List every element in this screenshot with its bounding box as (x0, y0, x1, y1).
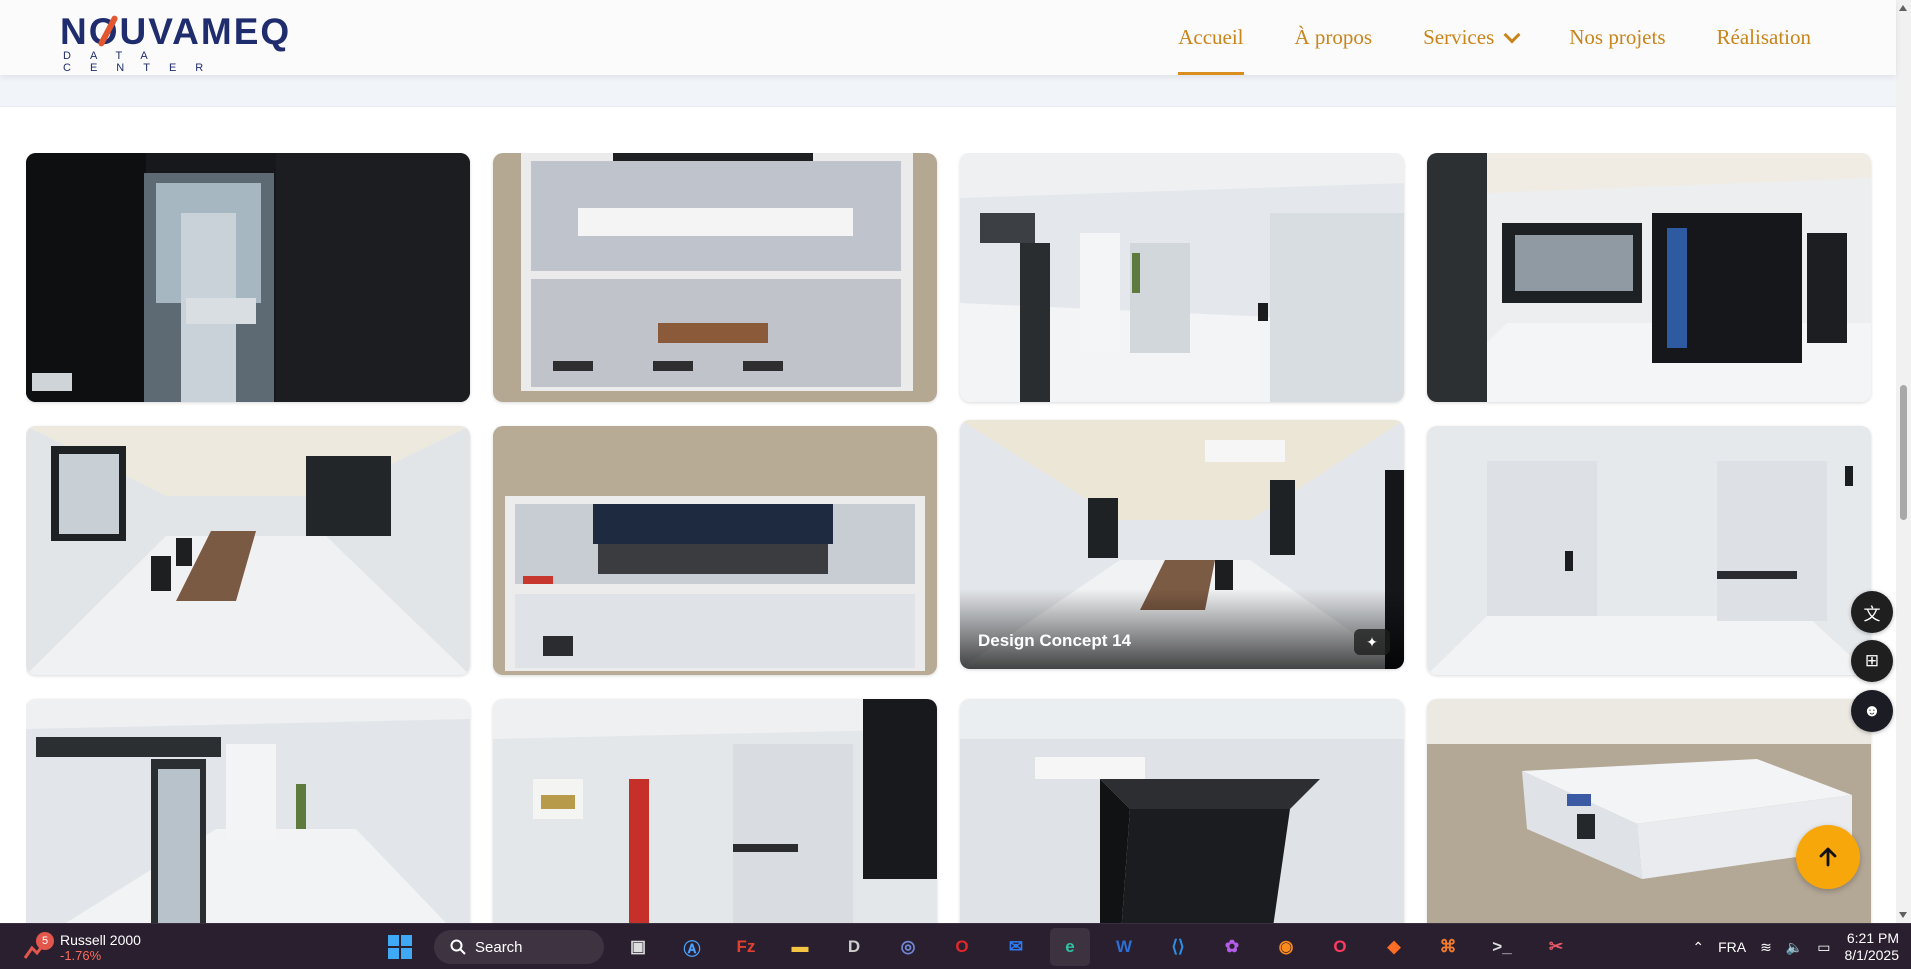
windows-start-icon[interactable] (380, 928, 420, 966)
edge-icon[interactable]: e (1050, 928, 1090, 966)
tile-image (1427, 699, 1871, 923)
tile-image (493, 699, 937, 923)
filezilla-icon[interactable]: Fz (726, 928, 766, 966)
clock-date: 8/1/2025 (1844, 947, 1900, 963)
gallery-tile-black-rack-cabinet[interactable] (960, 699, 1404, 923)
site-logo[interactable]: NOUVAMEQ DATA CENTER (60, 11, 310, 75)
volume-icon[interactable]: 🔈 (1786, 939, 1803, 956)
xampp-icon[interactable]: ⌘ (1428, 928, 1468, 966)
nav-nos-projets[interactable]: Nos projets (1569, 0, 1665, 75)
nav-services-label: Services (1423, 25, 1495, 49)
tile-image (493, 153, 937, 402)
search-icon (450, 939, 466, 955)
taskbar-clock[interactable]: 6:21 PM 8/1/2025 (1845, 930, 1900, 964)
language-indicator[interactable]: FRA (1718, 939, 1746, 955)
gallery-tile-container-top-view-meeting[interactable] (493, 153, 937, 402)
battery-icon[interactable]: ▭ (1817, 939, 1830, 956)
scrollbar-thumb[interactable] (1900, 385, 1907, 520)
tile-image (26, 153, 470, 402)
tile-image (960, 153, 1404, 402)
nav-a-propos[interactable]: À propos (1295, 0, 1373, 75)
gallery-tile-corridor-glass-door-plant[interactable] (26, 699, 470, 923)
apps-grid-icon[interactable]: ⊞ (1851, 640, 1893, 682)
nav-realisation[interactable]: Réalisation (1717, 0, 1811, 75)
project-gallery: Design Concept 14 ✦ (26, 153, 1873, 923)
windows-taskbar: 5 Russell 2000 -1.76% Search ▣ Ⓐ Fz ▬ D … (0, 923, 1911, 969)
snipping-tool-icon[interactable]: ✂ (1536, 928, 1576, 966)
scroll-up-arrow-icon[interactable] (1899, 5, 1907, 11)
messenger-icon[interactable]: ✉ (996, 928, 1036, 966)
gallery-tile-container-top-view-racks[interactable] (493, 426, 937, 675)
section-band (0, 75, 1896, 107)
clock-time: 6:21 PM (1846, 930, 1899, 946)
firefox-icon[interactable]: ◉ (1266, 928, 1306, 966)
gallery-tile-server-room-glass-door[interactable] (26, 153, 470, 402)
gallery-tile-server-rack-room[interactable] (1427, 153, 1871, 402)
chevron-down-icon (1503, 26, 1521, 43)
gallery-tile-fire-extinguisher-room[interactable] (493, 699, 937, 923)
search-label: Search (475, 938, 523, 956)
main-nav: Accueil À propos Services Nos projets Ré… (1178, 0, 1811, 75)
site-header: NOUVAMEQ DATA CENTER Accueil À propos Se… (0, 0, 1896, 75)
nav-accueil[interactable]: Accueil (1178, 0, 1244, 75)
taskbar-apps: Search ▣ Ⓐ Fz ▬ D ◎ O ✉ e W ⟨⟩ ✿ ◉ O ◆ ⌘… (380, 928, 1576, 966)
nav-services[interactable]: Services (1423, 0, 1521, 75)
ticker-name: Russell 2000 (60, 932, 141, 948)
taskbar-search[interactable]: Search (434, 930, 604, 964)
ticker-change: -1.76% (60, 948, 102, 963)
stock-chart-icon: 5 (22, 932, 54, 962)
translate-icon[interactable]: 文 (1851, 591, 1893, 633)
gitlab-icon[interactable]: ◆ (1374, 928, 1414, 966)
stock-widget[interactable]: 5 Russell 2000 -1.76% (22, 930, 141, 966)
scroll-down-arrow-icon[interactable] (1899, 912, 1907, 918)
tile-image (493, 426, 937, 675)
opera-gx-icon[interactable]: O (1320, 928, 1360, 966)
app-store-icon[interactable]: Ⓐ (672, 928, 712, 966)
gallery-tile-meeting-room-long-table[interactable] (26, 426, 470, 675)
terminal-icon[interactable]: >_ (1482, 928, 1522, 966)
wifi-icon[interactable]: ≋ (1760, 939, 1772, 956)
logo-wordmark: NOUVAMEQ (60, 11, 292, 52)
tile-image (1427, 153, 1871, 402)
gallery-tile-meeting-room-hovered[interactable]: Design Concept 14 ✦ (960, 420, 1404, 669)
tile-image (26, 426, 470, 675)
file-explorer-icon[interactable]: ▬ (780, 928, 820, 966)
copilot-icon[interactable]: ✿ (1212, 928, 1252, 966)
task-view-icon[interactable]: ▣ (618, 928, 658, 966)
back-to-top-button[interactable] (1796, 825, 1860, 889)
gallery-tile-container-exterior[interactable] (1427, 699, 1871, 923)
tile-image (1427, 426, 1871, 675)
word-icon[interactable]: W (1104, 928, 1144, 966)
tile-image (960, 699, 1404, 923)
app-d-icon[interactable]: D (834, 928, 874, 966)
gallery-tile-white-corridor-doors[interactable] (960, 153, 1404, 402)
notification-badge: 5 (36, 932, 54, 950)
opera-icon[interactable]: O (942, 928, 982, 966)
discord-icon[interactable]: ◎ (888, 928, 928, 966)
tile-title: Design Concept 14 (978, 631, 1132, 650)
logo-tagline: DATA CENTER (63, 50, 223, 74)
browser-page: NOUVAMEQ DATA CENTER Accueil À propos Se… (0, 0, 1911, 969)
tile-image (26, 699, 470, 923)
tile-hover-overlay (960, 589, 1404, 669)
gallery-tile-white-room-doors[interactable] (1427, 426, 1871, 675)
tray-expand-chevron-icon[interactable]: ⌃ (1692, 939, 1704, 956)
vscode-icon[interactable]: ⟨⟩ (1158, 928, 1198, 966)
arrow-up-icon (1819, 847, 1837, 867)
system-tray: ⌃ FRA ≋ 🔈 ▭ 6:21 PM 8/1/2025 (1692, 928, 1899, 966)
assistant-icon[interactable]: ☻ (1851, 690, 1893, 732)
page-scrollbar[interactable] (1896, 0, 1911, 923)
magic-wand-icon[interactable]: ✦ (1354, 629, 1390, 655)
